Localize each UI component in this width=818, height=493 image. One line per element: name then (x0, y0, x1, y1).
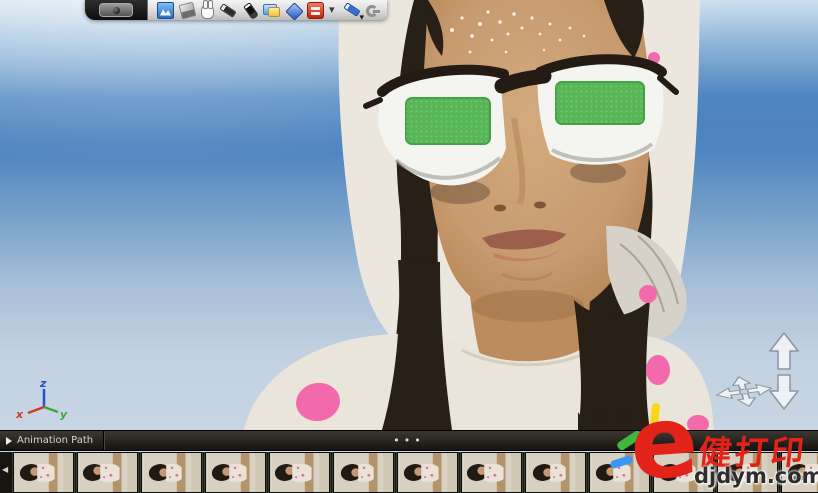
frame-image (590, 453, 649, 492)
frame-image (14, 453, 73, 492)
toolbar-dark-section (85, 0, 147, 20)
hand-icon[interactable] (201, 4, 214, 19)
model-viewport[interactable] (0, 0, 818, 430)
animation-frame-thumbnail[interactable] (77, 452, 138, 493)
frame-image (334, 453, 393, 492)
axis-x-line (28, 407, 44, 413)
thumbnail-prev-arrow[interactable]: ◀ (2, 466, 8, 474)
comments-icon[interactable] (263, 2, 280, 19)
animation-frame-thumbnail[interactable] (653, 452, 714, 493)
caret-icon[interactable] (329, 2, 339, 19)
move-plane-arrows[interactable] (712, 373, 777, 409)
person-3d-model (0, 0, 818, 430)
frame-image (782, 453, 818, 492)
eraser-icon[interactable] (179, 1, 197, 19)
axis-y-line (44, 407, 58, 412)
model-hair-strand-right (574, 300, 650, 430)
model-nostril-left (494, 205, 506, 212)
animation-frame-thumbnail[interactable] (781, 452, 818, 493)
blue-pen-icon[interactable] (344, 2, 361, 19)
axis-z-label: z (39, 377, 47, 390)
model-neck-shadow (472, 290, 584, 322)
bar-separator (103, 431, 104, 450)
animation-frame-thumbnail[interactable] (589, 452, 650, 493)
animation-frame-thumbnail[interactable] (717, 452, 778, 493)
animation-path-header[interactable]: Animation Path (0, 435, 103, 446)
animation-path-bar: Animation Path ••• (0, 430, 818, 451)
frame-image (398, 453, 457, 492)
image-icon[interactable] (157, 2, 174, 19)
frame-image (78, 453, 137, 492)
red-badge-icon[interactable] (307, 2, 324, 19)
frame-image (462, 453, 521, 492)
marker-icon[interactable] (241, 2, 258, 19)
frame-image (718, 453, 777, 492)
animation-frame-thumbnail[interactable] (269, 452, 330, 493)
model-glasses-bridge (502, 76, 544, 86)
axis-y-label: y (60, 408, 68, 421)
frame-image (206, 453, 265, 492)
toolbar (85, 0, 387, 20)
model-green-patch-right-texture (556, 82, 644, 124)
animation-path-title: Animation Path (17, 435, 93, 446)
pen-icon[interactable] (219, 2, 236, 19)
model-green-patch-left-texture (406, 98, 490, 144)
model-nostril-right (534, 202, 546, 209)
pan-down-arrow[interactable] (770, 375, 798, 409)
animation-frame-thumbnail[interactable] (525, 452, 586, 493)
frame-image (270, 453, 329, 492)
toolbar-icon-row (147, 0, 387, 20)
animation-frame-thumbnail[interactable] (461, 452, 522, 493)
axis-x-label: x (15, 408, 24, 421)
axis-gizmo[interactable]: z x y (10, 376, 74, 422)
animation-frame-thumbnail[interactable] (141, 452, 202, 493)
expand-triangle-icon (6, 437, 12, 445)
animation-frame-thumbnail[interactable] (333, 452, 394, 493)
scan-viewer-window: z x y Animation Path ••• ◀ (0, 0, 818, 493)
clamp-icon[interactable] (366, 5, 378, 17)
pan-up-arrow[interactable] (770, 333, 798, 369)
thumbnail-strip (0, 452, 818, 493)
animation-frame-thumbnail[interactable] (397, 452, 458, 493)
panel-drag-handle[interactable]: ••• (0, 434, 818, 447)
frame-image (526, 453, 585, 492)
animation-frame-thumbnail[interactable] (13, 452, 74, 493)
viewport-nav-arrows (712, 330, 812, 422)
gem-icon[interactable] (285, 2, 302, 19)
camera-icon[interactable] (99, 3, 133, 17)
frame-image (654, 453, 713, 492)
frame-image (142, 453, 201, 492)
animation-frame-thumbnail[interactable] (205, 452, 266, 493)
